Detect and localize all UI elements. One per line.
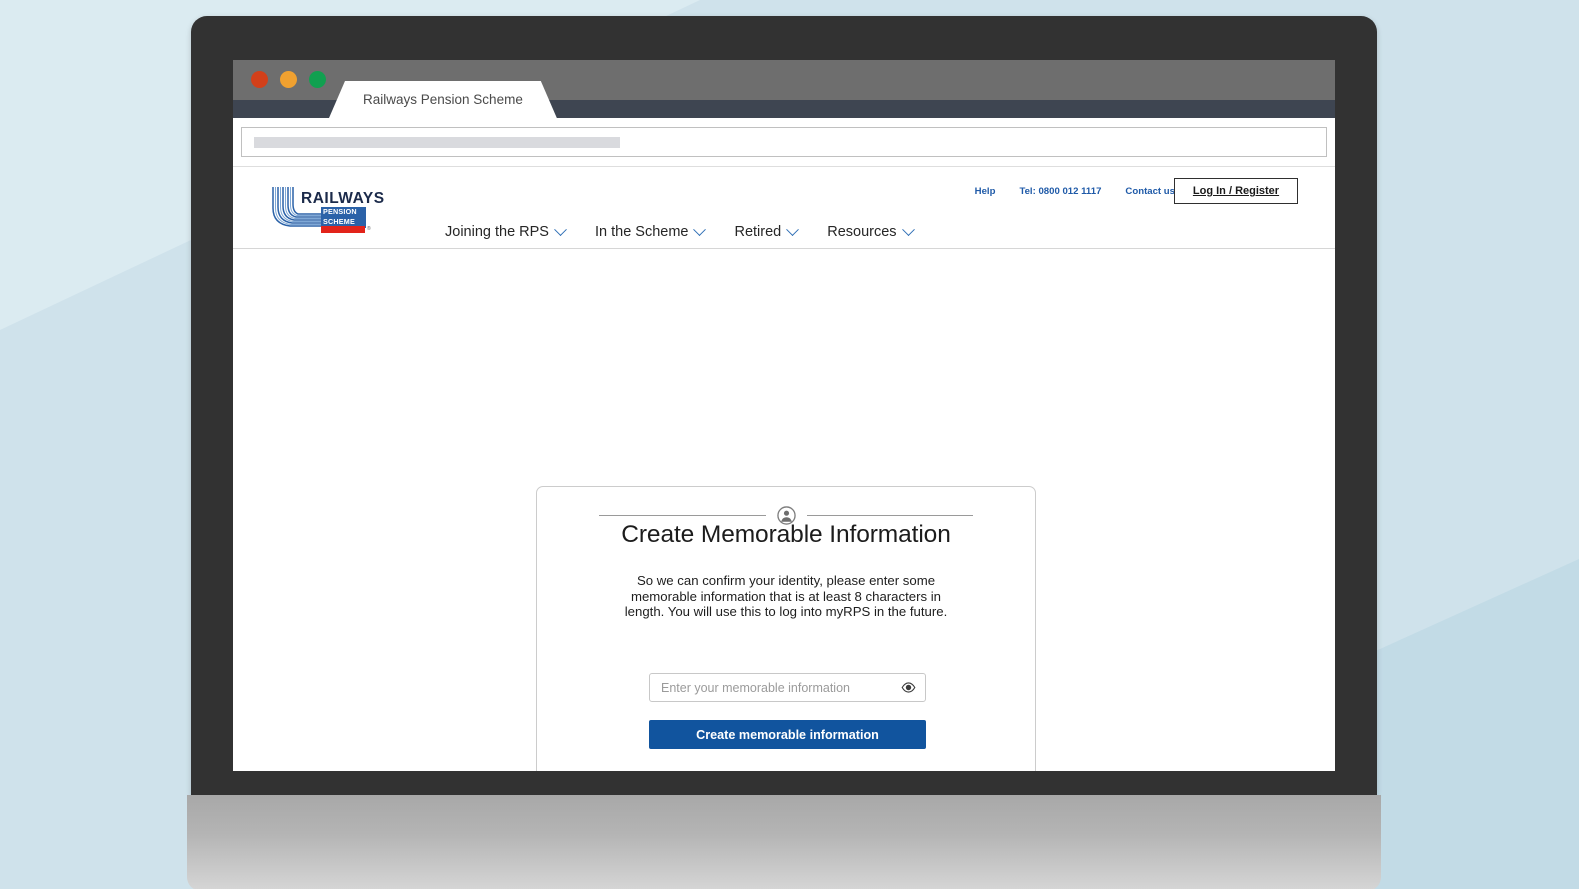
- telephone-link[interactable]: Tel: 0800 012 1117: [1019, 186, 1101, 197]
- browser-window: Railways Pension Scheme RAILWAYS PENSION…: [233, 60, 1335, 771]
- divider-rule-right: [806, 515, 973, 516]
- browser-tab-label: Railways Pension Scheme: [363, 92, 523, 107]
- memorable-information-field[interactable]: [649, 673, 926, 702]
- minimize-window-button[interactable]: [280, 71, 297, 88]
- page-content: RAILWAYS PENSION SCHEME ® Help Tel: 0800…: [233, 167, 1335, 771]
- nav-in-the-scheme-label: In the Scheme: [594, 224, 689, 240]
- site-header: RAILWAYS PENSION SCHEME ® Help Tel: 0800…: [233, 167, 1335, 249]
- nav-joining-the-rps-label: Joining the RPS: [445, 224, 549, 240]
- logo-subtitle: PENSION SCHEME: [321, 207, 366, 228]
- log-in-register-label: Log In / Register: [1192, 185, 1280, 197]
- log-in-register-button[interactable]: Log In / Register: [1174, 178, 1298, 204]
- chevron-down-icon: [693, 222, 707, 236]
- page-title: Create Memorable Information: [621, 521, 951, 548]
- create-memorable-information-card: Create Memorable Information So we can c…: [536, 486, 1036, 771]
- eye-icon[interactable]: [901, 680, 916, 695]
- address-bar[interactable]: [241, 127, 1327, 157]
- contact-us-link[interactable]: Contact us: [1125, 186, 1175, 197]
- window-controls: [251, 71, 326, 88]
- maximize-window-button[interactable]: [309, 71, 326, 88]
- utility-links: Help Tel: 0800 012 1117 Contact us: [975, 186, 1175, 197]
- scene: Railways Pension Scheme RAILWAYS PENSION…: [0, 0, 1579, 889]
- logo-registered-mark: ®: [367, 226, 371, 232]
- browser-tabstrip: Railways Pension Scheme: [233, 100, 1335, 118]
- nav-retired-label: Retired: [734, 224, 782, 240]
- address-bar-placeholder-bar: [254, 136, 620, 148]
- nav-resources[interactable]: Resources: [827, 222, 915, 240]
- create-memorable-information-button[interactable]: Create memorable information: [649, 720, 926, 749]
- logo-subtitle-line-1: PENSION: [321, 207, 366, 218]
- browser-toolbar: [233, 118, 1335, 167]
- laptop-mockup: Railways Pension Scheme RAILWAYS PENSION…: [187, 16, 1381, 889]
- divider-rule-left: [599, 515, 766, 516]
- logo-red-bar: [321, 226, 365, 233]
- laptop-base: [187, 795, 1381, 889]
- card-description: So we can confirm your identity, please …: [624, 573, 948, 620]
- nav-retired[interactable]: Retired: [734, 222, 800, 240]
- browser-tab[interactable]: Railways Pension Scheme: [329, 81, 557, 118]
- nav-in-the-scheme[interactable]: In the Scheme: [594, 222, 707, 240]
- memorable-information-input[interactable]: [661, 680, 901, 695]
- nav-joining-the-rps[interactable]: Joining the RPS: [445, 222, 567, 240]
- chevron-down-icon: [786, 222, 800, 236]
- chevron-down-icon: [901, 222, 915, 236]
- main-navigation: Joining the RPS In the Scheme Retired Re…: [445, 222, 915, 240]
- logo-brand-text: RAILWAYS: [301, 190, 385, 207]
- nav-resources-label: Resources: [827, 224, 897, 240]
- railways-pension-scheme-logo[interactable]: RAILWAYS PENSION SCHEME ®: [270, 186, 384, 234]
- chevron-down-icon: [554, 222, 567, 236]
- close-window-button[interactable]: [251, 71, 268, 88]
- help-link[interactable]: Help: [975, 186, 996, 197]
